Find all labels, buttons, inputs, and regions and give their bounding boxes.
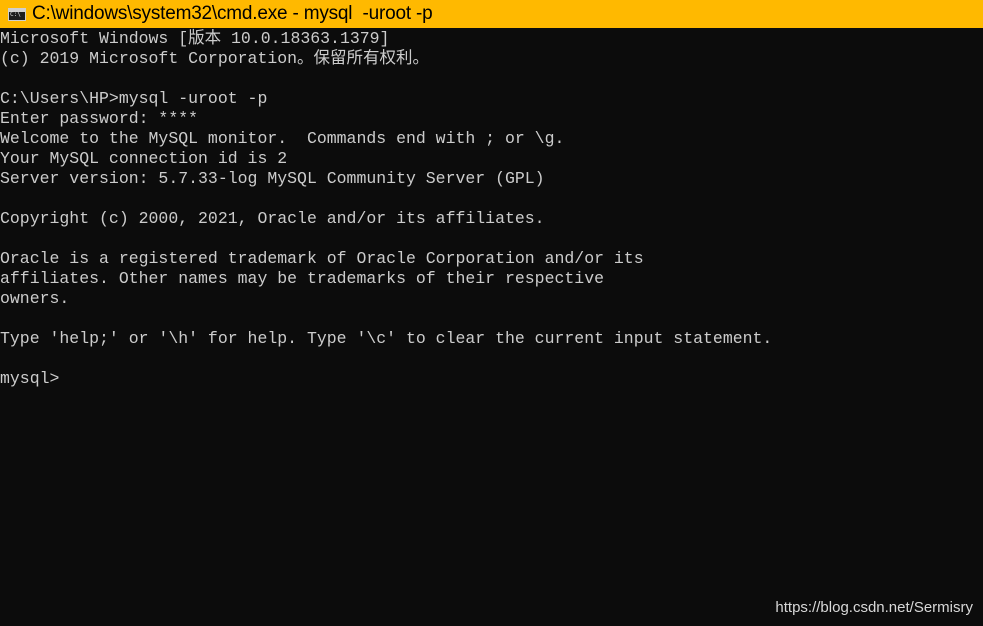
title-bar[interactable]: C:\windows\system32\cmd.exe - mysql -uro…: [0, 0, 983, 28]
console-line: Enter password: ****: [0, 109, 199, 128]
console-line: affiliates. Other names may be trademark…: [0, 269, 604, 288]
cmd-icon: [8, 7, 26, 21]
console-line: (c) 2019 Microsoft Corporation。保留所有权利。: [0, 49, 430, 68]
console-line: C:\Users\HP>mysql -uroot -p: [0, 89, 268, 108]
console-line: Server version: 5.7.33-log MySQL Communi…: [0, 169, 545, 188]
watermark: https://blog.csdn.net/Sermisry: [775, 599, 973, 616]
console-output[interactable]: Microsoft Windows [版本 10.0.18363.1379] (…: [0, 29, 983, 389]
cmd-window: C:\windows\system32\cmd.exe - mysql -uro…: [0, 0, 983, 626]
console-line: Your MySQL connection id is 2: [0, 149, 288, 168]
console-line: Copyright (c) 2000, 2021, Oracle and/or …: [0, 209, 545, 228]
console-line: Welcome to the MySQL monitor. Commands e…: [0, 129, 565, 148]
mysql-prompt[interactable]: mysql>: [0, 369, 983, 389]
window-title: C:\windows\system32\cmd.exe - mysql -uro…: [32, 3, 433, 24]
console-line: Type 'help;' or '\h' for help. Type '\c'…: [0, 329, 773, 348]
console-line: owners.: [0, 289, 70, 308]
console-line: Oracle is a registered trademark of Orac…: [0, 249, 644, 268]
console-line: Microsoft Windows [版本 10.0.18363.1379]: [0, 29, 390, 48]
